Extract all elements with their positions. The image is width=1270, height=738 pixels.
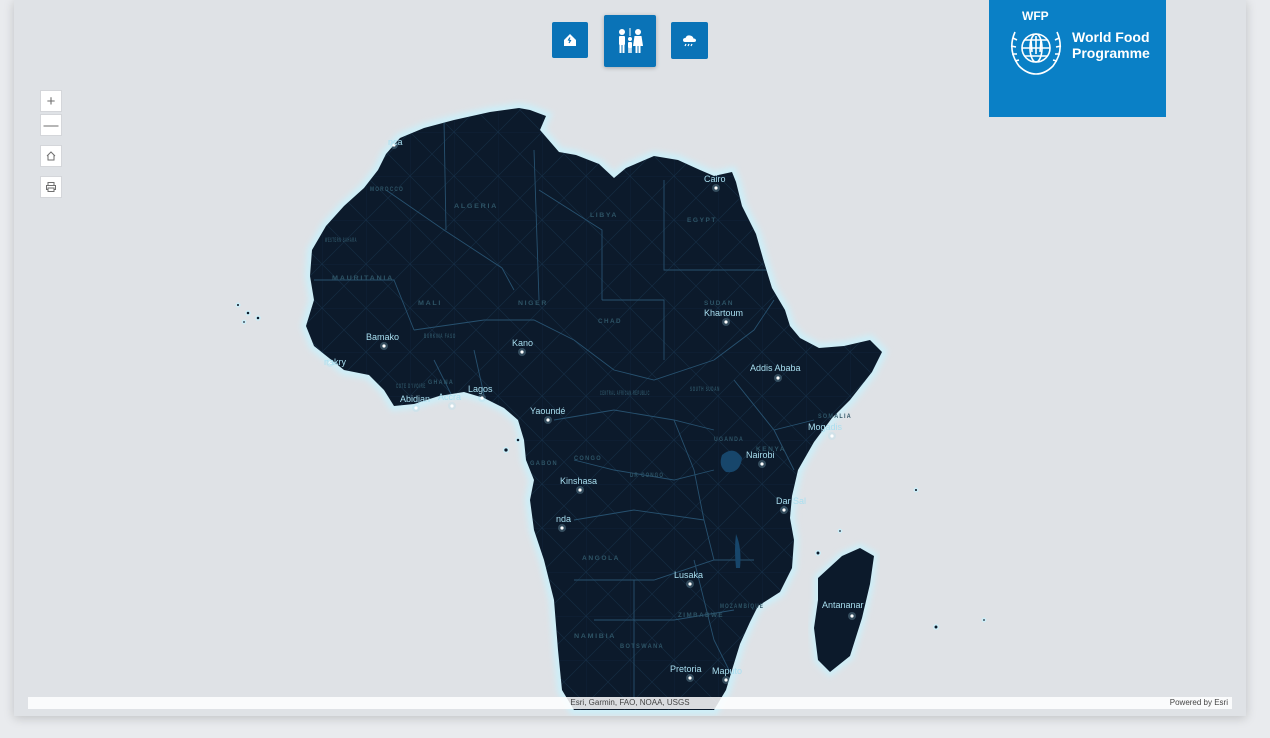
city-label: Khartoum bbox=[704, 308, 743, 318]
country-label: SOUTH SUDAN bbox=[690, 387, 720, 393]
city-dot bbox=[782, 508, 786, 512]
country-label: GHANA bbox=[428, 380, 454, 386]
city-label: Cairo bbox=[704, 174, 726, 184]
print-button[interactable] bbox=[40, 176, 62, 198]
country-label: BOTSWANA bbox=[620, 644, 664, 650]
city-dot bbox=[480, 396, 484, 400]
wheat-wreath-globe-icon bbox=[1010, 31, 1062, 75]
city-label: Yaoundé bbox=[530, 406, 565, 416]
country-label: MALI bbox=[418, 301, 442, 307]
logo-short: WFP bbox=[1022, 9, 1049, 23]
country-label: LIBYA bbox=[590, 213, 618, 219]
city-label: nakry bbox=[324, 357, 347, 367]
zoom-in-button[interactable]: + bbox=[40, 90, 62, 112]
country-label: CENTRAL AFRICAN REPUBLIC bbox=[600, 391, 650, 397]
city-dot bbox=[688, 582, 692, 586]
city-dot bbox=[546, 418, 550, 422]
city-dot bbox=[382, 344, 386, 348]
weather-icon bbox=[682, 34, 696, 46]
city-label: Accra bbox=[438, 392, 461, 402]
city-dot bbox=[520, 350, 524, 354]
powered-by-esri[interactable]: Powered by Esri bbox=[1170, 698, 1228, 707]
city-dot bbox=[414, 406, 418, 410]
city-dot bbox=[850, 614, 854, 618]
country-label: NAMIBIA bbox=[574, 634, 616, 640]
city-label: Maputo bbox=[712, 666, 742, 676]
city-dot bbox=[560, 526, 564, 530]
city-label: Lusaka bbox=[674, 570, 703, 580]
country-label: UGANDA bbox=[714, 437, 744, 443]
city-label: Abidjan bbox=[400, 394, 430, 404]
country-label: DR CONGO bbox=[630, 473, 664, 479]
map-view[interactable]: MOROCCO ALGERIA LIBYA EGYPT WESTERN SAHA… bbox=[14, 0, 1246, 716]
city-dot bbox=[714, 186, 718, 190]
country-label: MOZAMBIQUE bbox=[720, 604, 764, 610]
wfp-logo[interactable]: WFP World Food Programme bbox=[989, 0, 1166, 117]
country-label: ANGOLA bbox=[582, 556, 620, 562]
weather-button[interactable] bbox=[671, 22, 708, 59]
home-button[interactable] bbox=[40, 145, 62, 167]
family-icon bbox=[619, 28, 643, 53]
country-label: CHAD bbox=[598, 319, 622, 325]
house-button[interactable] bbox=[552, 22, 588, 58]
city-marker: Accra bbox=[438, 392, 461, 410]
city-label: Dar Sal bbox=[776, 496, 806, 506]
city-label: Addis Ababa bbox=[750, 363, 801, 373]
country-label: EGYPT bbox=[687, 218, 717, 224]
print-icon bbox=[46, 182, 56, 192]
logo-line-1: World Food bbox=[1072, 29, 1150, 45]
country-label: GABON bbox=[530, 461, 558, 467]
zoom-out-button[interactable]: — bbox=[40, 114, 62, 136]
city-label: Lagos bbox=[468, 384, 493, 394]
family-button[interactable] bbox=[604, 15, 656, 67]
country-label: NIGER bbox=[518, 301, 548, 307]
country-label: SUDAN bbox=[704, 301, 734, 307]
city-label: Nairobi bbox=[746, 450, 775, 460]
city-label: Antananar bbox=[822, 600, 864, 610]
country-label: ZIMBABWE bbox=[678, 613, 724, 619]
city-label: Pretoria bbox=[670, 664, 702, 674]
city-dot bbox=[724, 320, 728, 324]
city-label: Kano bbox=[512, 338, 533, 348]
attribution-bar: Esri, Garmin, FAO, NOAA, USGS Powered by… bbox=[28, 697, 1232, 709]
city-dot bbox=[450, 404, 454, 408]
country-label: WESTERN SAHARA bbox=[325, 238, 357, 244]
country-label: CONGO bbox=[574, 456, 602, 462]
city-label: Mogadis bbox=[808, 422, 843, 432]
country-label: COTE D'IVOIRE bbox=[396, 384, 426, 390]
city-dot bbox=[830, 434, 834, 438]
city-label: nda bbox=[556, 514, 571, 524]
country-label: MOROCCO bbox=[370, 187, 404, 193]
city-label: Bamako bbox=[366, 332, 399, 342]
city-marker: nakry bbox=[324, 357, 347, 367]
country-label: MAURITANIA bbox=[332, 276, 394, 282]
country-label: BURKINA FASO bbox=[424, 334, 456, 340]
city-label: Kinshasa bbox=[560, 476, 597, 486]
city-label: nca bbox=[388, 137, 403, 147]
city-dot bbox=[688, 676, 692, 680]
country-label: SOMALIA bbox=[818, 414, 852, 420]
logo-line-2: Programme bbox=[1072, 45, 1150, 61]
city-dot bbox=[724, 678, 728, 682]
city-dot bbox=[776, 376, 780, 380]
attribution-sources: Esri, Garmin, FAO, NOAA, USGS bbox=[570, 698, 690, 707]
country-label: ALGERIA bbox=[454, 204, 498, 210]
house-icon bbox=[564, 34, 576, 46]
home-icon bbox=[46, 151, 56, 161]
city-dot bbox=[760, 462, 764, 466]
city-dot bbox=[578, 488, 582, 492]
